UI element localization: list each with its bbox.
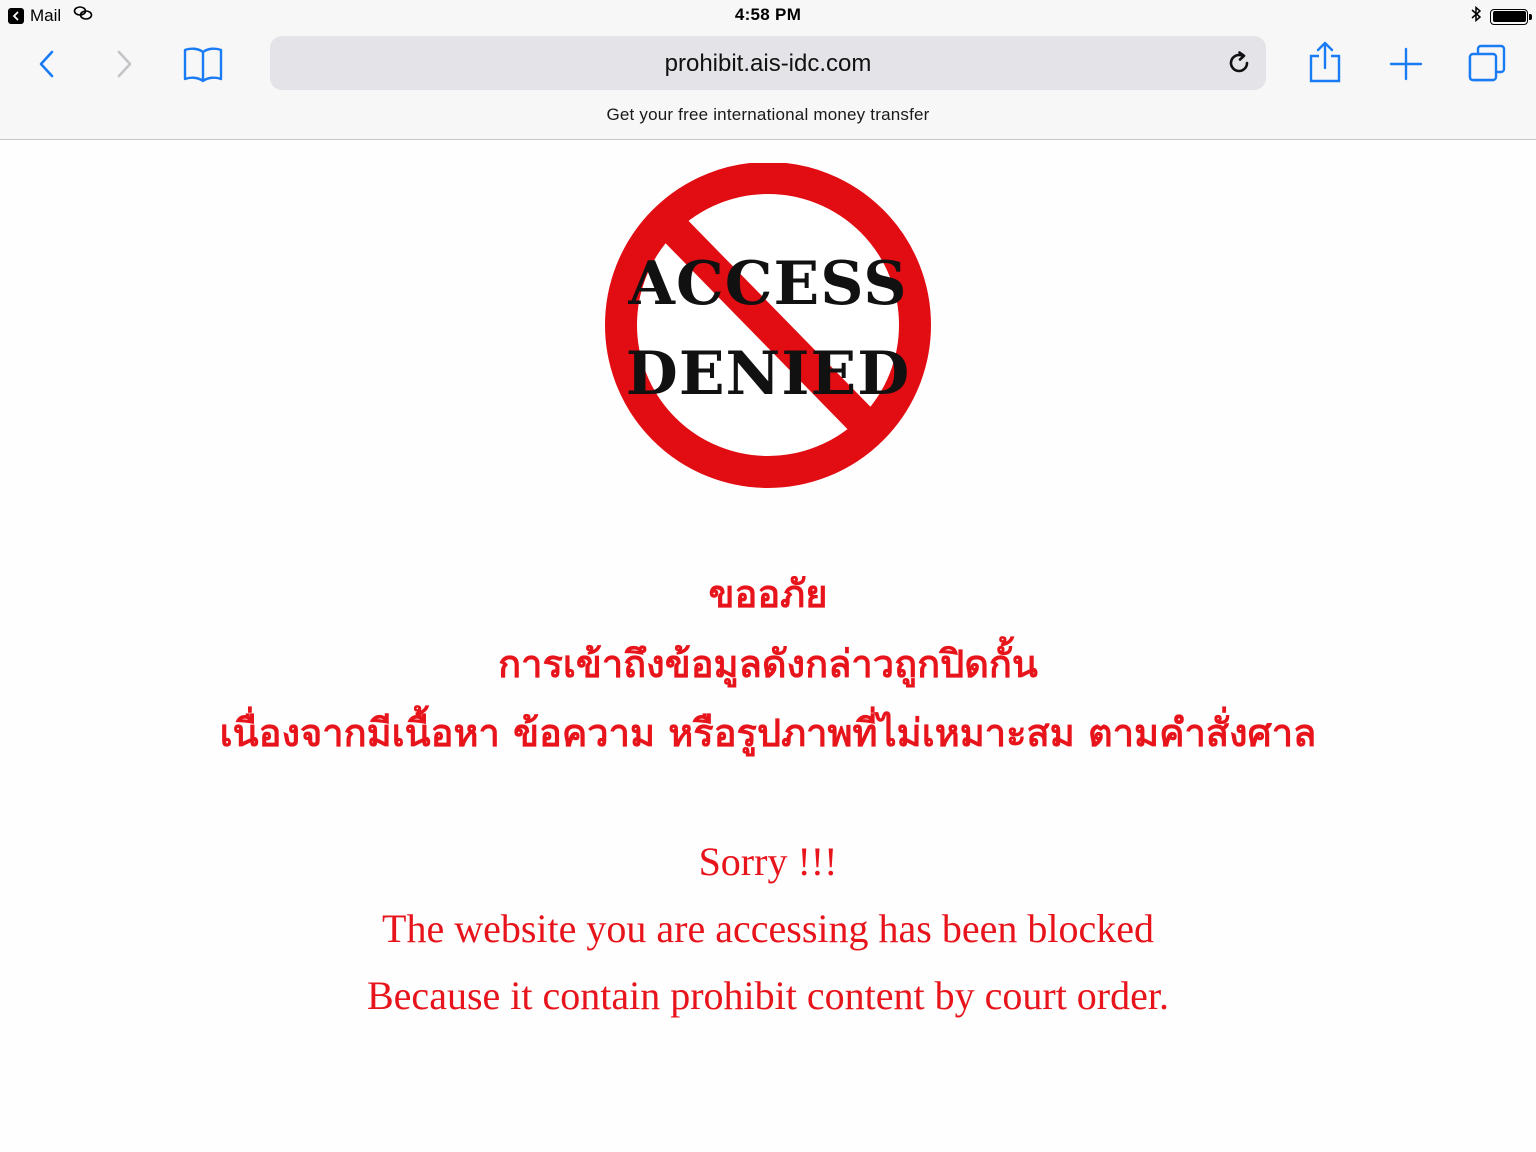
- share-button[interactable]: [1302, 38, 1348, 86]
- page-content: ACCESS DENIED ขออภัย การเข้าถึงข้อมูลดัง…: [0, 141, 1536, 1152]
- browser-toolbar: prohibit.ais-idc.com Get your free inter…: [0, 30, 1536, 140]
- access-denied-sign: ACCESS DENIED: [598, 163, 938, 493]
- back-chevron-icon: [39, 50, 54, 78]
- thai-line-1: การเข้าถึงข้อมูลดังกล่าวถูกปิดกั้น: [498, 642, 1038, 686]
- new-tab-button[interactable]: [1384, 42, 1428, 86]
- sign-word-bottom: DENIED: [625, 339, 911, 409]
- sign-word-top: ACCESS: [628, 249, 908, 319]
- tabs-button[interactable]: [1464, 40, 1510, 86]
- reload-button[interactable]: [1222, 46, 1256, 80]
- battery-icon: [1490, 8, 1532, 25]
- tabs-icon: [1468, 44, 1506, 82]
- english-line-1: The website you are accessing has been b…: [382, 906, 1154, 951]
- status-bar: Mail 4:58 PM: [0, 0, 1536, 30]
- forward-chevron-icon: [117, 50, 132, 78]
- url-text: prohibit.ais-idc.com: [664, 50, 872, 77]
- bookmarks-button[interactable]: [180, 42, 226, 86]
- bluetooth-icon: [1470, 5, 1482, 28]
- new-tab-icon: [1389, 47, 1423, 81]
- forward-button[interactable]: [104, 44, 144, 84]
- address-bar[interactable]: prohibit.ais-idc.com: [270, 36, 1266, 90]
- reload-icon: [1229, 51, 1249, 73]
- english-line-2: Because it contain prohibit content by c…: [367, 973, 1169, 1018]
- ad-banner[interactable]: Get your free international money transf…: [0, 105, 1536, 125]
- thai-line-2: เนื่องจากมีเนื้อหา ข้อความ หรือรูปภาพที่…: [219, 711, 1317, 755]
- status-time: 4:58 PM: [734, 5, 802, 24]
- back-button[interactable]: [26, 44, 66, 84]
- bookmarks-icon: [183, 47, 223, 83]
- share-icon: [1309, 41, 1341, 83]
- english-title: Sorry !!!: [698, 839, 838, 884]
- prohibited-icon: [605, 163, 931, 488]
- thai-title: ขออภัย: [708, 572, 828, 616]
